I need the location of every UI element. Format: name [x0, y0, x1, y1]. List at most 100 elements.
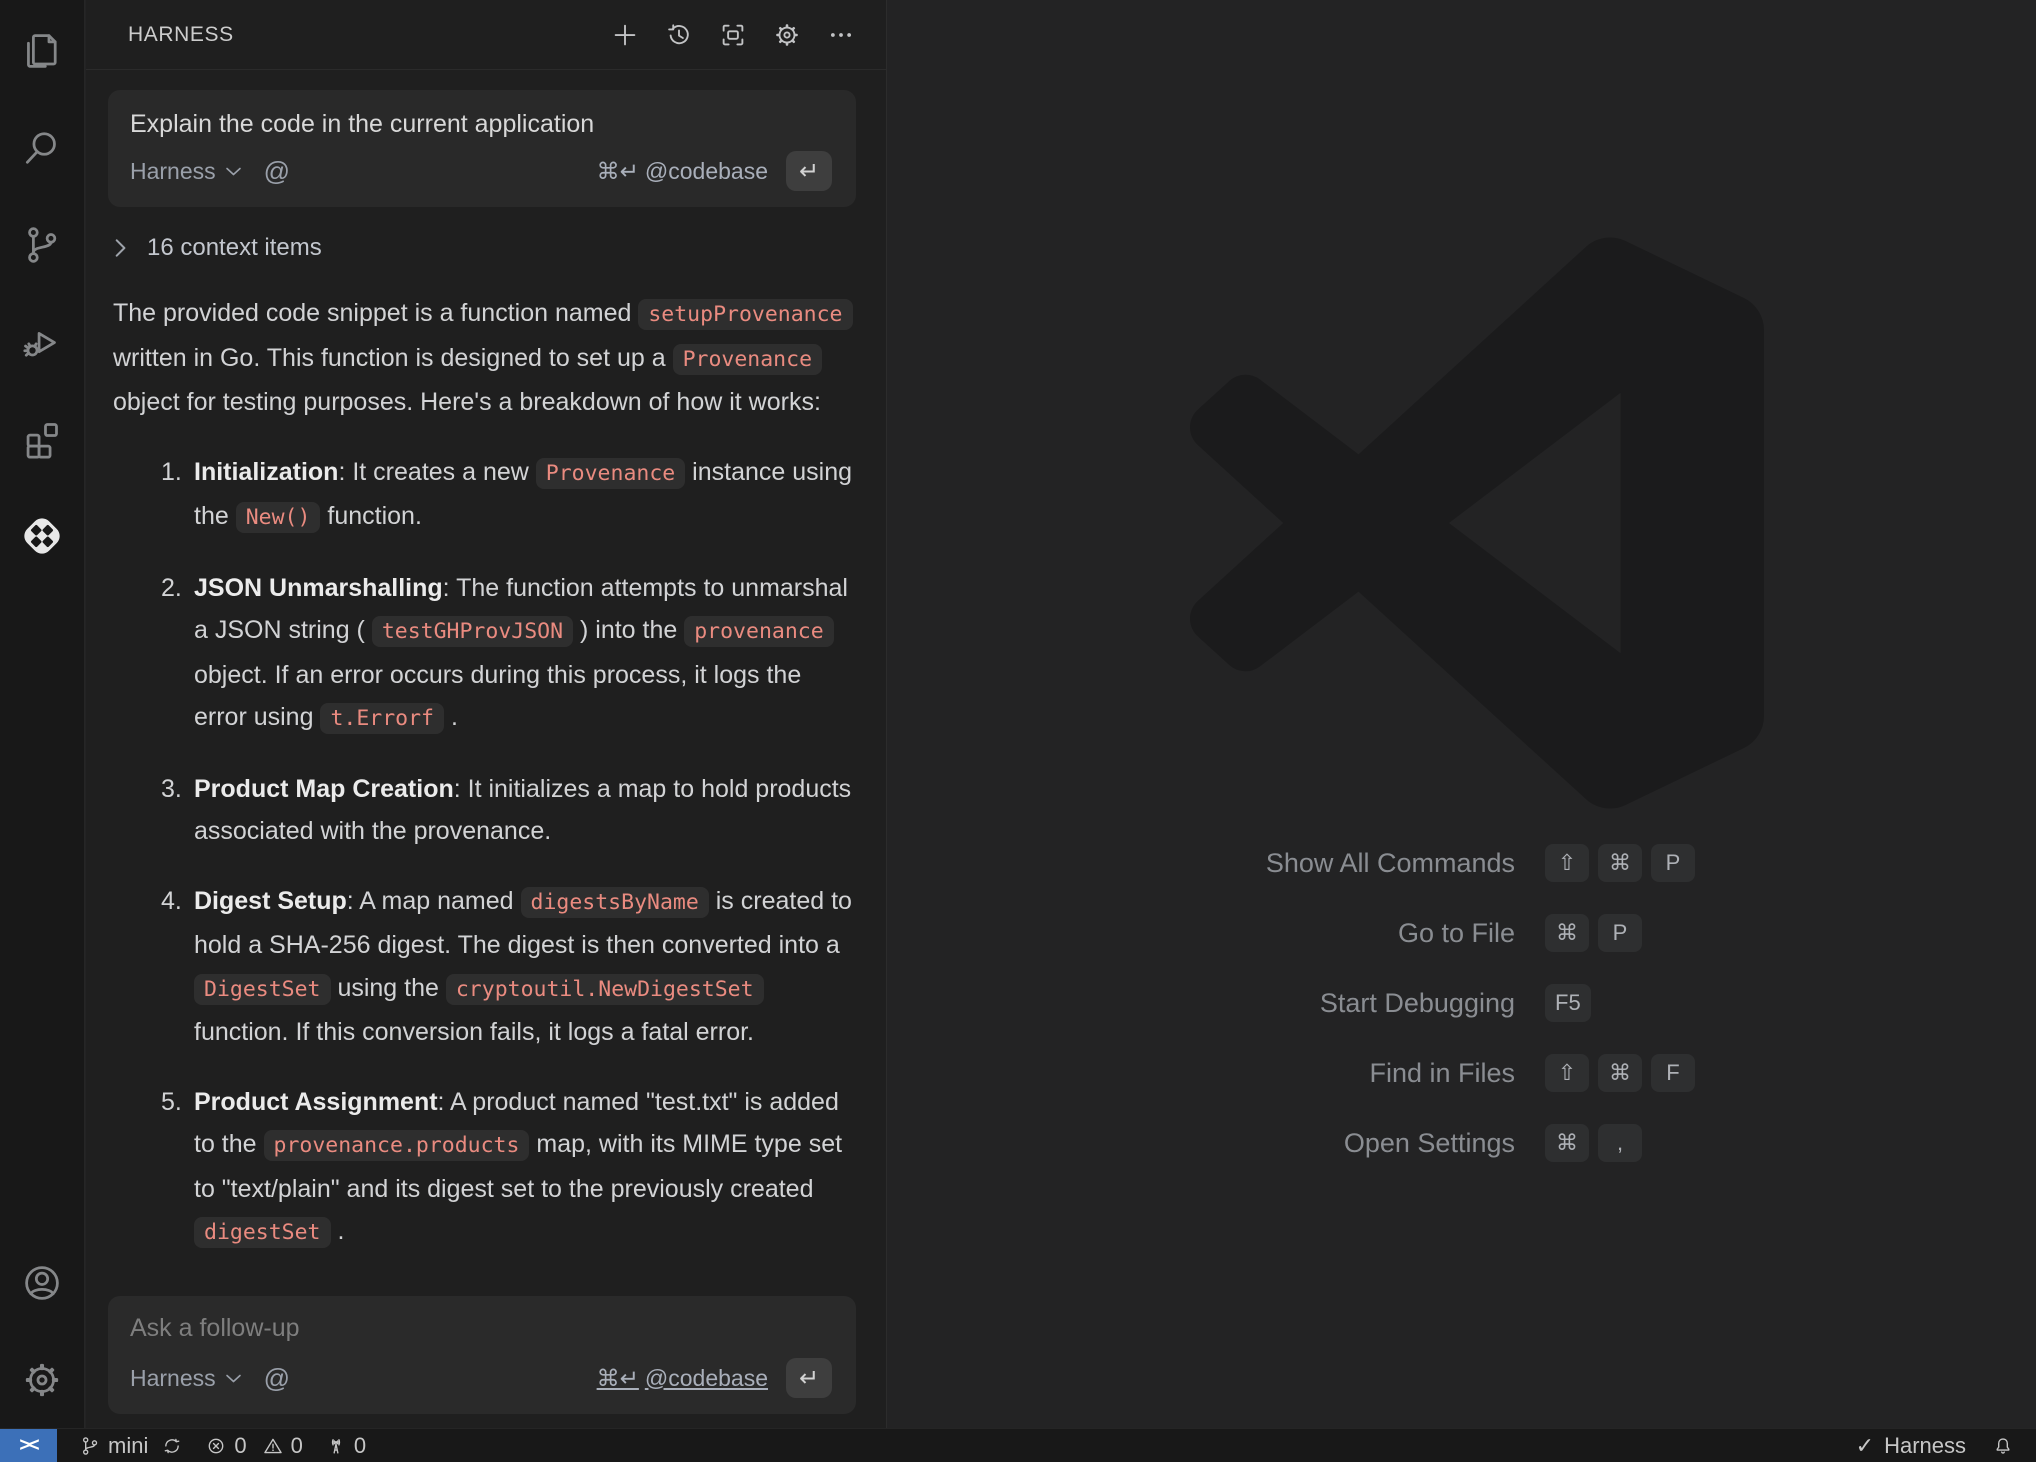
codebase-link: @codebase [645, 158, 768, 184]
remote-indicator[interactable]: >< [0, 1429, 57, 1462]
gear-icon[interactable] [772, 20, 802, 50]
list-item-body: Product Map Creation: It initializes a m… [194, 768, 856, 853]
followup-mention-icon[interactable]: @ [264, 1363, 290, 1394]
user-message-box: Explain the code in the current applicat… [108, 90, 856, 207]
text-segment: written in Go. This function is designed… [113, 344, 673, 372]
shortcut-keys: ⌘P [1545, 914, 1805, 952]
response-intro: The provided code snippet is a function … [113, 292, 856, 424]
text-segment: : It creates a new [338, 458, 535, 486]
cmd-enter-hint: ⌘↵ [597, 1365, 639, 1391]
shortcut-row: Open Settings ⌘, [988, 1108, 1805, 1178]
harness-icon [20, 514, 64, 558]
keycap: ⇧ [1545, 844, 1589, 882]
text-segment: object for testing purposes. Here's a br… [113, 388, 821, 416]
cmd-enter-hint: ⌘↵ [597, 158, 639, 184]
inline-code: Provenance [673, 344, 822, 375]
warning-count: 0 [291, 1433, 303, 1459]
shortcut-row: Find in Files⇧⌘F [988, 1038, 1805, 1108]
inline-code: testGHProvJSON [372, 616, 573, 647]
harness-status-label: Harness [1884, 1433, 1966, 1459]
shortcut-row: Start Debugging F5 [988, 968, 1805, 1038]
inline-code: setupProvenance [638, 299, 852, 330]
shortcut-label: Start Debugging [988, 988, 1515, 1019]
shortcut-keys: F5 [1545, 984, 1805, 1022]
inline-code: digestSet [194, 1217, 331, 1248]
activity-bar-spacer [0, 584, 84, 1234]
list-item-number: 4. [161, 880, 194, 1054]
shortcut-keys: ⇧⌘P [1545, 844, 1805, 882]
followup-codebase-shortcut[interactable]: ⌘↵@codebase [597, 1365, 768, 1392]
ellipsis-icon[interactable] [826, 20, 856, 50]
mention-icon[interactable]: @ [264, 156, 290, 187]
context-items-row[interactable]: 16 context items [112, 234, 886, 262]
list-item-body: JSON Unmarshalling: The function attempt… [194, 567, 856, 741]
keycap: P [1651, 844, 1695, 882]
branch-status[interactable]: mini [79, 1433, 183, 1459]
keycap: ⌘ [1598, 844, 1642, 882]
sidebar-item-harness[interactable] [0, 487, 84, 584]
keycap: ⌘ [1598, 1054, 1642, 1092]
inline-code: provenance.products [264, 1130, 530, 1161]
text-segment: The provided code snippet is a function … [113, 299, 638, 327]
keycap: ⇧ [1545, 1054, 1589, 1092]
followup-send-button[interactable]: ↵ [786, 1358, 832, 1398]
list-item-number: 5. [161, 1081, 194, 1255]
send-button[interactable]: ↵ [786, 151, 832, 191]
text-segment: Product Map Creation [194, 775, 454, 803]
keycap: ⌘ [1545, 1124, 1589, 1162]
sidebar-item-settings[interactable] [0, 1331, 84, 1428]
welcome-shortcuts: Show All Commands⇧⌘PGo to File⌘PStart De… [988, 828, 1805, 1178]
bell-icon[interactable] [1992, 1435, 2014, 1457]
inline-code: Provenance [536, 458, 685, 489]
sidebar-item-source-control[interactable] [0, 196, 84, 293]
response-list-item: 4.Digest Setup: A map named digestsByNam… [161, 880, 856, 1054]
inline-code: t.Errorf [320, 703, 444, 734]
search-icon [20, 126, 64, 170]
sidebar-item-extensions[interactable] [0, 390, 84, 487]
new-chat-plus-icon[interactable] [610, 20, 640, 50]
codebase-shortcut-hint[interactable]: ⌘↵@codebase [597, 158, 768, 185]
text-segment: : A map named [347, 887, 521, 915]
list-item-body: Digest Setup: A map named digestsByName … [194, 880, 856, 1054]
history-icon[interactable] [664, 20, 694, 50]
shortcut-row: Show All Commands ⇧⌘P [988, 828, 1805, 898]
text-segment: . [444, 703, 458, 731]
response-list-item: 3.Product Map Creation: It initializes a… [161, 768, 856, 853]
list-item-body: Product Assignment: A product named "tes… [194, 1081, 856, 1255]
sidebar-item-accounts[interactable] [0, 1234, 84, 1331]
vscode-window: HARNESS [0, 0, 2036, 1462]
sidebar-item-run-debug[interactable] [0, 293, 84, 390]
list-item-body: Initialization: It creates a new Provena… [194, 451, 856, 540]
return-icon: ↵ [799, 1364, 819, 1393]
shortcut-keys: ⇧⌘F [1545, 1054, 1805, 1092]
followup-input[interactable] [130, 1314, 832, 1343]
expand-icon[interactable] [718, 20, 748, 50]
radio-tower-icon [325, 1435, 347, 1457]
extensions-icon [20, 417, 64, 461]
inline-code: digestsByName [521, 887, 709, 918]
response-list-item: 1.Initialization: It creates a new Prove… [161, 451, 856, 540]
keycap: P [1598, 914, 1642, 952]
inline-code: provenance [684, 616, 833, 647]
error-icon [205, 1435, 227, 1457]
problems-status[interactable]: 0 0 [205, 1433, 303, 1459]
ports-status[interactable]: 0 [325, 1433, 366, 1459]
text-segment: object. If an error occurs during this p… [194, 661, 801, 732]
model-dropdown[interactable]: Harness [130, 158, 242, 185]
sidebar-item-explorer[interactable] [0, 2, 84, 99]
followup-model-label: Harness [130, 1365, 216, 1392]
followup-model-dropdown[interactable]: Harness [130, 1365, 242, 1392]
text-segment: function. If this conversion fails, it l… [194, 1018, 754, 1046]
harness-status[interactable]: ✓ Harness [1856, 1433, 1966, 1459]
shortcut-label: Open Settings [988, 1128, 1515, 1159]
keycap: , [1598, 1124, 1642, 1162]
sidebar-item-search[interactable] [0, 99, 84, 196]
keycap: ⌘ [1545, 914, 1589, 952]
panel-header: HARNESS [86, 0, 886, 70]
inline-code: cryptoutil.NewDigestSet [446, 974, 764, 1005]
harness-panel: HARNESS [86, 0, 887, 1428]
shortcut-label: Show All Commands [988, 848, 1515, 879]
check-icon: ✓ [1856, 1433, 1874, 1459]
git-branch-icon [79, 1435, 101, 1457]
context-items-label: 16 context items [147, 234, 322, 262]
